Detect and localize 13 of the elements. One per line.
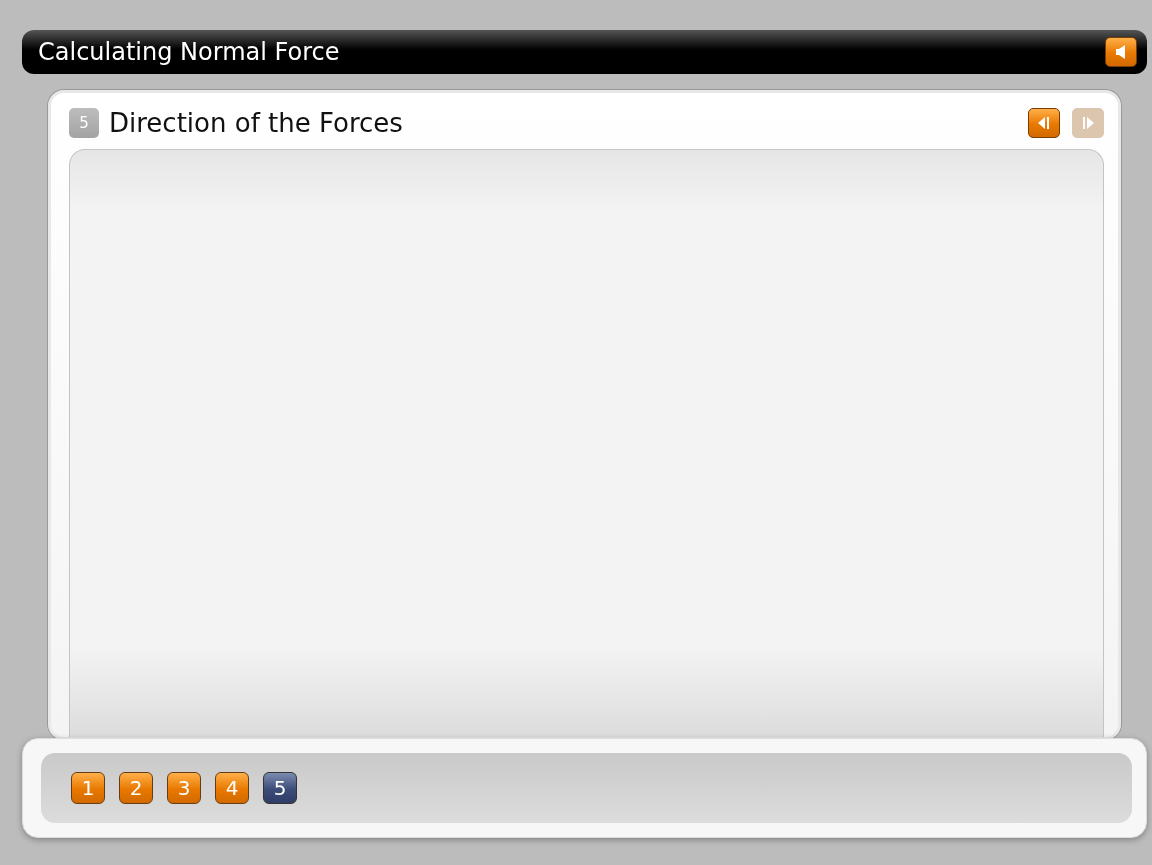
page-button[interactable]: 5 [263, 772, 297, 804]
sound-button[interactable] [1105, 37, 1137, 67]
previous-icon [1037, 115, 1051, 131]
slide-number: 5 [69, 108, 99, 138]
page-button[interactable]: 1 [71, 772, 105, 804]
page-button[interactable]: 2 [119, 772, 153, 804]
speaker-icon [1114, 44, 1128, 60]
slide-title: Direction of the Forces [109, 108, 404, 138]
page-button[interactable]: 4 [215, 772, 249, 804]
next-icon [1081, 115, 1095, 131]
previous-button[interactable] [1028, 108, 1060, 138]
lesson-title: Calculating Normal Force [38, 38, 340, 66]
page-button[interactable]: 3 [167, 772, 201, 804]
